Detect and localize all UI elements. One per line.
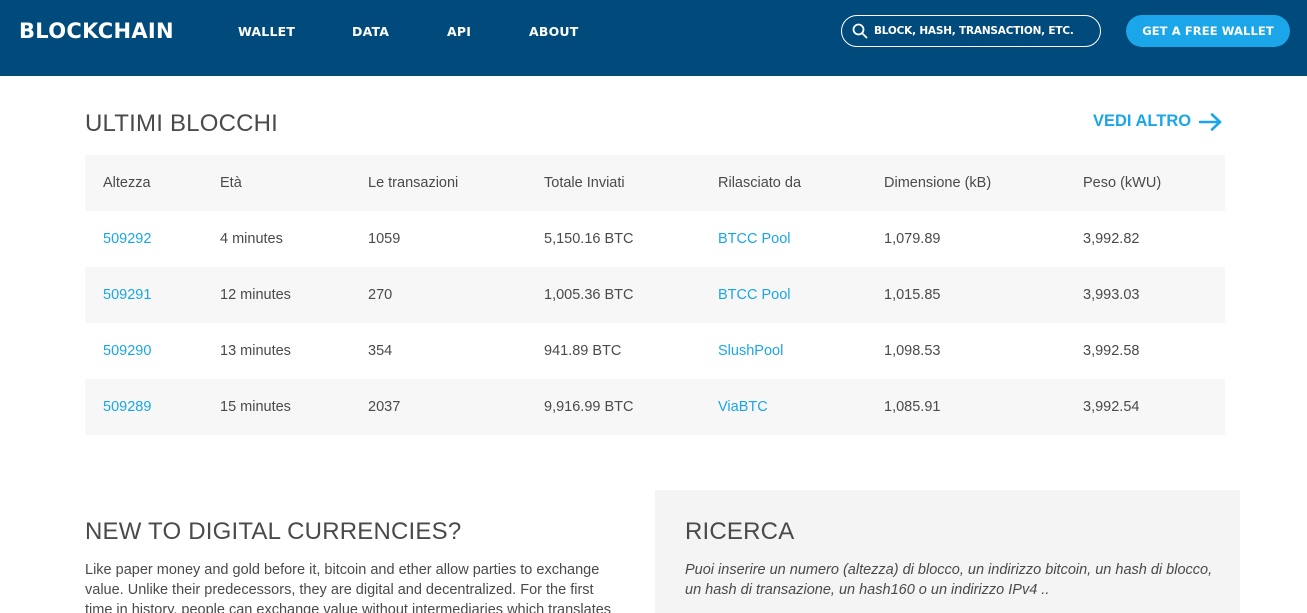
col-total-sent: Totale Inviati [526, 155, 700, 211]
blockchain-logo[interactable]: BLOCKCHAIN [19, 19, 174, 43]
block-weight: 3,992.82 [1083, 231, 1140, 247]
top-nav-bar: BLOCKCHAIN WALLET DATA API ABOUT GET A F… [0, 0, 1307, 76]
search-input[interactable] [874, 25, 1074, 37]
block-weight: 3,992.54 [1065, 379, 1225, 435]
nav-data[interactable]: DATA [352, 24, 389, 39]
col-relayed-by: Rilasciato da [700, 155, 866, 211]
search-box[interactable] [841, 15, 1101, 47]
search-panel-text: Puoi inserire un numero (altezza) di blo… [685, 562, 1213, 598]
nav-wallet[interactable]: WALLET [238, 24, 295, 39]
block-total-sent: 1,005.36 BTC [526, 267, 700, 323]
intro-title: NEW TO DIGITAL CURRENCIES? [85, 518, 462, 545]
table-row: 509290 13 minutes 354 941.89 BTC SlushPo… [85, 323, 1225, 379]
get-free-wallet-button[interactable]: GET A FREE WALLET [1126, 15, 1290, 47]
table-row: 509291 12 minutes 270 1,005.36 BTC BTCC … [85, 267, 1225, 323]
block-tx-count: 1059 [368, 231, 401, 247]
search-help-panel: RICERCA Puoi inserire un numero (altezza… [655, 490, 1240, 613]
search-panel-title: RICERCA [685, 518, 795, 545]
block-total-sent: 941.89 BTC [544, 343, 622, 359]
search-icon [852, 23, 868, 39]
block-age: 4 minutes [220, 231, 283, 247]
col-weight: Peso (kWU) [1065, 155, 1225, 211]
nav-api[interactable]: API [447, 24, 471, 39]
relayed-by-link[interactable]: BTCC Pool [718, 231, 791, 247]
block-tx-count: 2037 [350, 379, 526, 435]
block-height-link[interactable]: 509289 [103, 399, 151, 415]
block-height-link[interactable]: 509290 [103, 343, 151, 359]
table-header-row: Altezza Età Le transazioni Totale Inviat… [85, 155, 1225, 211]
block-size: 1,079.89 [884, 231, 941, 247]
relayed-by-link[interactable]: SlushPool [718, 343, 783, 359]
table-row: 509289 15 minutes 2037 9,916.99 BTC ViaB… [85, 379, 1225, 435]
block-weight: 3,993.03 [1065, 267, 1225, 323]
relayed-by-link[interactable]: BTCC Pool [718, 287, 791, 303]
see-more-link[interactable]: VEDI ALTRO [1093, 112, 1223, 131]
block-size: 1,015.85 [866, 267, 1065, 323]
nav-about[interactable]: ABOUT [529, 24, 579, 39]
col-age: Età [202, 155, 350, 211]
block-age: 13 minutes [220, 343, 291, 359]
block-size: 1,085.91 [866, 379, 1065, 435]
block-total-sent: 5,150.16 BTC [544, 231, 634, 247]
arrow-right-icon [1199, 112, 1222, 131]
block-age: 15 minutes [202, 379, 350, 435]
blocks-table: Altezza Età Le transazioni Totale Inviat… [85, 155, 1225, 435]
block-weight: 3,992.58 [1083, 343, 1140, 359]
see-more-label: VEDI ALTRO [1093, 112, 1192, 130]
block-height-link[interactable]: 509292 [103, 231, 151, 247]
col-size: Dimensione (kB) [866, 155, 1065, 211]
col-transactions: Le transazioni [350, 155, 526, 211]
block-size: 1,098.53 [884, 343, 941, 359]
block-age: 12 minutes [202, 267, 350, 323]
table-row: 509292 4 minutes 1059 5,150.16 BTC BTCC … [85, 211, 1225, 267]
block-height-link[interactable]: 509291 [103, 287, 151, 303]
latest-blocks-title: ULTIMI BLOCCHI [85, 110, 279, 137]
block-tx-count: 270 [350, 267, 526, 323]
block-tx-count: 354 [368, 343, 393, 359]
col-height: Altezza [85, 155, 202, 211]
relayed-by-link[interactable]: ViaBTC [718, 399, 768, 415]
block-total-sent: 9,916.99 BTC [526, 379, 700, 435]
intro-text: Like paper money and gold before it, bit… [85, 562, 612, 613]
